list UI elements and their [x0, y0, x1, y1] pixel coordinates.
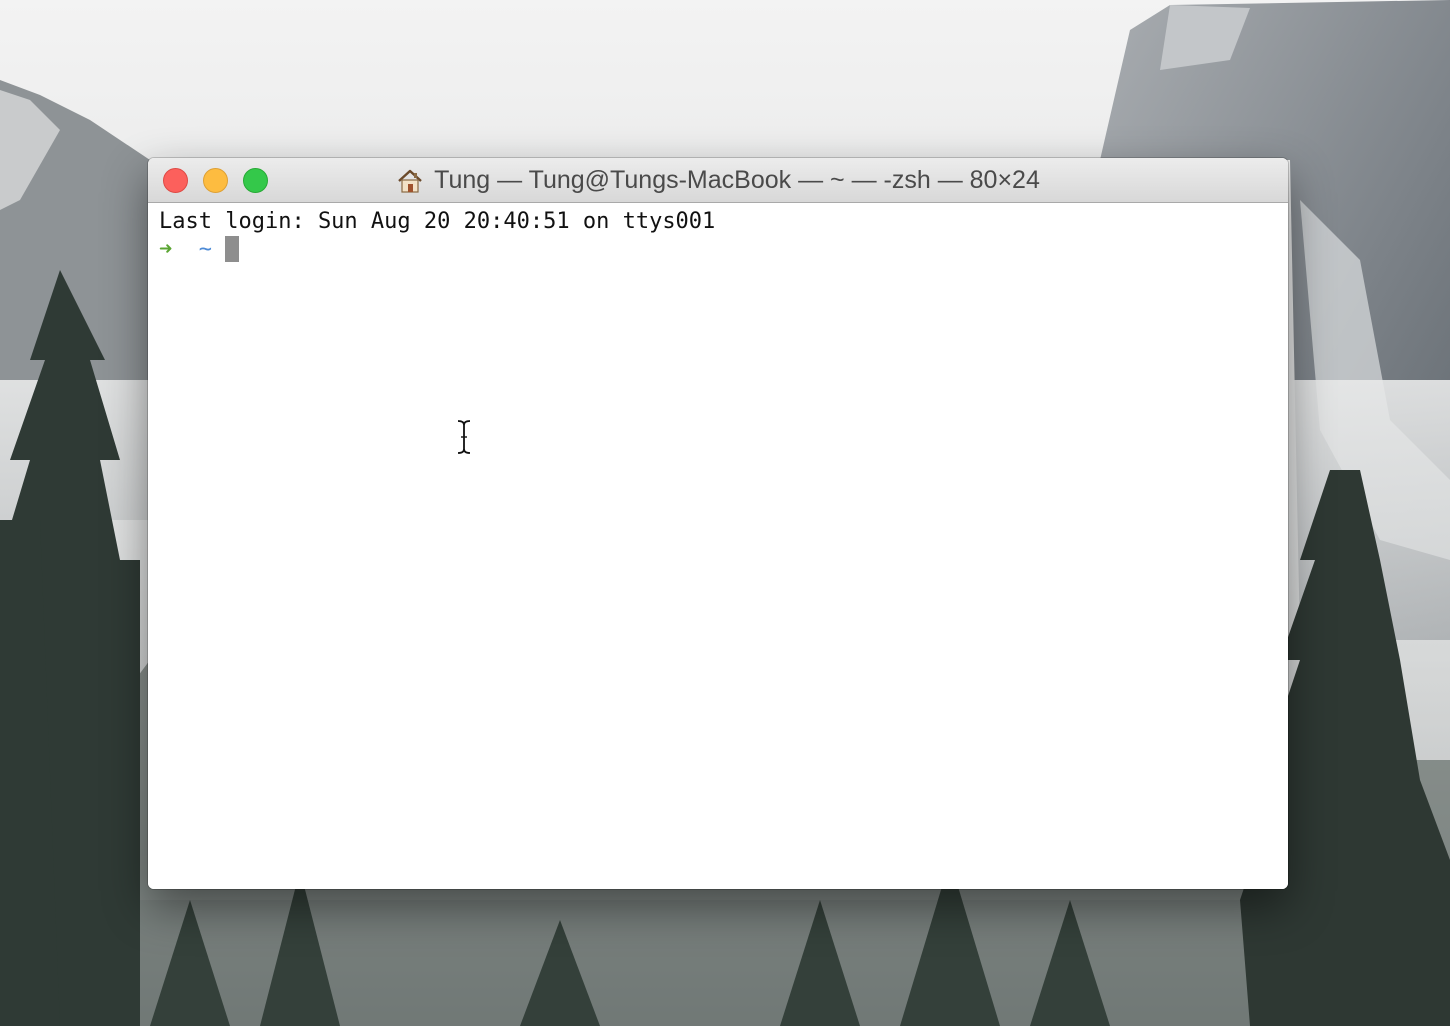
- home-icon: [398, 169, 422, 193]
- terminal-window[interactable]: Tung — Tung@Tungs-MacBook — ~ — -zsh — 8…: [148, 158, 1288, 889]
- terminal-output[interactable]: Last login: Sun Aug 20 20:40:51 on ttys0…: [148, 203, 1288, 889]
- prompt-arrow: ➜: [159, 237, 173, 262]
- window-titlebar[interactable]: Tung — Tung@Tungs-MacBook — ~ — -zsh — 8…: [148, 158, 1288, 203]
- window-title: Tung — Tung@Tungs-MacBook — ~ — -zsh — 8…: [368, 158, 1068, 203]
- minimize-button[interactable]: [203, 168, 228, 193]
- close-button[interactable]: [163, 168, 188, 193]
- window-title-text: Tung — Tung@Tungs-MacBook — ~ — -zsh — 8…: [434, 166, 1040, 194]
- zoom-button[interactable]: [243, 168, 268, 193]
- prompt-directory: ~: [198, 237, 212, 262]
- ibeam-cursor-icon: [457, 420, 471, 454]
- prompt-line: ➜ ~: [159, 236, 240, 264]
- text-cursor: [225, 236, 240, 262]
- last-login-line: Last login: Sun Aug 20 20:40:51 on ttys0…: [159, 209, 716, 234]
